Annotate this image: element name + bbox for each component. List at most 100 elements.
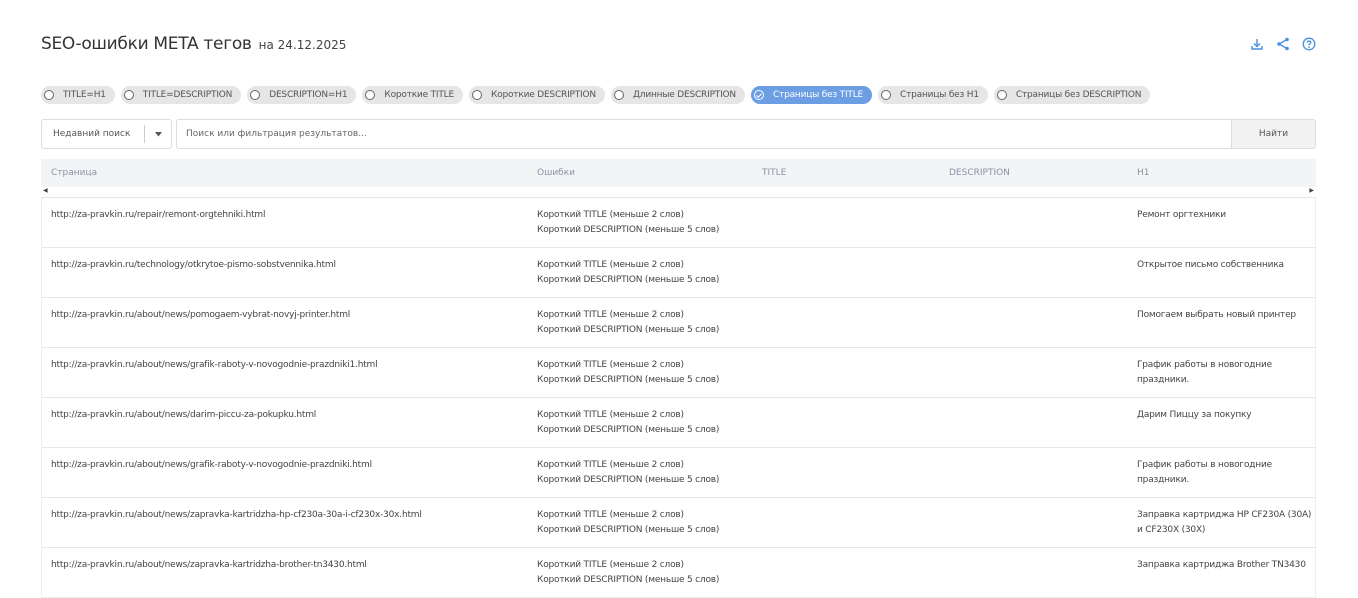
help-icon[interactable] [1302, 37, 1316, 51]
recent-search-dropdown[interactable] [144, 125, 171, 143]
column-header-h1[interactable]: H1 [1137, 168, 1150, 178]
error-item: Короткий DESCRIPTION (меньше 5 слов) [537, 575, 720, 585]
error-item: Короткий TITLE (меньше 2 слов) [537, 260, 684, 270]
errors-cell: Короткий TITLE (меньше 2 слов) Короткий D… [537, 408, 719, 438]
check-icon [753, 90, 764, 100]
radio-icon [365, 90, 376, 100]
error-item: Короткий DESCRIPTION (меньше 5 слов) [537, 425, 720, 435]
filter-chip[interactable]: Страницы без H1 [878, 86, 988, 104]
column-header-description[interactable]: DESCRIPTION [949, 168, 1010, 178]
filter-chip[interactable]: TITLE=DESCRIPTION [120, 86, 242, 104]
column-header-title[interactable]: TITLE [762, 168, 786, 178]
page-url: http://za-pravkin.ru/about/news/grafik-r… [51, 360, 378, 370]
error-item: Короткий DESCRIPTION (меньше 5 слов) [537, 475, 720, 485]
page-url: http://za-pravkin.ru/about/news/grafik-r… [51, 460, 372, 470]
page-url: http://za-pravkin.ru/repair/remont-orgte… [51, 210, 266, 220]
page-header: SEO-ошибки META тегов на 24.12.2025 [41, 34, 346, 54]
radio-icon [123, 90, 134, 100]
filter-chip-label: TITLE=H1 [63, 90, 106, 100]
error-item: Короткий DESCRIPTION (меньше 5 слов) [537, 225, 720, 235]
filter-chip[interactable]: Длинные DESCRIPTION [610, 86, 745, 104]
table-body: http://za-pravkin.ru/repair/remont-orgte… [41, 197, 1316, 598]
table-row[interactable]: http://za-pravkin.ru/about/news/grafik-r… [42, 347, 1315, 397]
find-button[interactable]: Найти [1231, 119, 1316, 149]
filter-chip-label: Длинные DESCRIPTION [632, 90, 736, 100]
h1-cell: Заправка картриджа Brother TN3430 [1137, 560, 1306, 570]
search-bar: Недавний поиск Найти [41, 119, 1316, 149]
column-header-errors[interactable]: Ошибки [537, 168, 575, 178]
radio-icon [881, 90, 892, 100]
table-row[interactable]: http://za-pravkin.ru/about/news/zapravka… [42, 547, 1315, 597]
filter-chip[interactable]: TITLE=H1 [41, 86, 115, 104]
h1-cell: Открытое письмо собственника [1137, 260, 1284, 270]
errors-cell: Короткий TITLE (меньше 2 слов) Короткий D… [537, 558, 719, 588]
error-item: Короткий TITLE (меньше 2 слов) [537, 510, 684, 520]
page-url: http://za-pravkin.ru/about/news/darim-pi… [51, 410, 317, 420]
filter-chip[interactable]: Страницы без DESCRIPTION [993, 86, 1151, 104]
horizontal-scrollbar[interactable]: ◀ ▶ [41, 187, 1316, 197]
h1-cell: Помогаем выбрать новый принтер [1137, 310, 1296, 320]
errors-cell: Короткий TITLE (меньше 2 слов) Короткий D… [537, 458, 719, 488]
filter-chip-label: Страницы без H1 [900, 90, 979, 100]
filter-chips: TITLE=H1 TITLE=DESCRIPTION DESCRIPTION=H1 К… [41, 86, 1151, 104]
scroll-left-icon[interactable]: ◀ [43, 187, 48, 194]
h1-cell: График работы в новогодние праздники. [1137, 460, 1272, 485]
filter-chip-label: TITLE=DESCRIPTION [142, 90, 233, 100]
radio-icon [471, 90, 482, 100]
page-title: SEO-ошибки META тегов [41, 34, 252, 54]
error-item: Короткий TITLE (меньше 2 слов) [537, 460, 684, 470]
recent-search-select[interactable]: Недавний поиск [41, 119, 172, 149]
table-row[interactable]: http://za-pravkin.ru/about/news/darim-pi… [42, 397, 1315, 447]
radio-icon [613, 90, 624, 100]
error-item: Короткий DESCRIPTION (меньше 5 слов) [537, 325, 720, 335]
table-row[interactable]: http://za-pravkin.ru/about/news/grafik-r… [42, 447, 1315, 497]
page-url: http://za-pravkin.ru/technology/otkrytoe… [51, 260, 336, 270]
page-url: http://za-pravkin.ru/about/news/zapravka… [51, 510, 422, 520]
errors-cell: Короткий TITLE (меньше 2 слов) Короткий D… [537, 208, 719, 238]
error-item: Короткий DESCRIPTION (меньше 5 слов) [537, 275, 720, 285]
filter-chip[interactable]: Короткие DESCRIPTION [468, 86, 605, 104]
error-item: Короткий DESCRIPTION (меньше 5 слов) [537, 375, 720, 385]
error-item: Короткий TITLE (меньше 2 слов) [537, 210, 684, 220]
table-row[interactable]: http://za-pravkin.ru/repair/remont-orgte… [42, 198, 1315, 247]
filter-chip[interactable]: Короткие TITLE [362, 86, 463, 104]
radio-icon [996, 90, 1007, 100]
scroll-right-icon[interactable]: ▶ [1309, 187, 1314, 194]
filter-chip-label: Короткие DESCRIPTION [490, 90, 596, 100]
radio-icon [44, 90, 54, 100]
table-row[interactable]: http://za-pravkin.ru/about/news/pomogaem… [42, 297, 1315, 347]
errors-cell: Короткий TITLE (меньше 2 слов) Короткий D… [537, 508, 719, 538]
page-url: http://za-pravkin.ru/about/news/pomogaem… [51, 310, 351, 320]
h1-cell: Дарим Пиццу за покупку [1137, 410, 1252, 420]
results-table: Страница Ошибки TITLE DESCRIPTION H1 ◀ ▶… [41, 159, 1316, 598]
radio-icon [250, 90, 261, 100]
recent-search-label: Недавний поиск [53, 129, 131, 139]
page-url: http://za-pravkin.ru/about/news/zapravka… [51, 560, 367, 570]
error-item: Короткий TITLE (меньше 2 слов) [537, 560, 684, 570]
error-item: Короткий TITLE (меньше 2 слов) [537, 360, 684, 370]
search-input[interactable] [176, 119, 1231, 149]
h1-cell: Заправка картриджа HP CF230A (30A) и CF2… [1137, 510, 1312, 535]
errors-cell: Короткий TITLE (меньше 2 слов) Короткий D… [537, 258, 719, 288]
column-header-page[interactable]: Страница [51, 168, 97, 178]
error-item: Короткий TITLE (меньше 2 слов) [537, 410, 684, 420]
error-item: Короткий TITLE (меньше 2 слов) [537, 310, 684, 320]
filter-chip-label: Страницы без DESCRIPTION [1015, 90, 1142, 100]
errors-cell: Короткий TITLE (меньше 2 слов) Короткий D… [537, 308, 719, 338]
errors-cell: Короткий TITLE (меньше 2 слов) Короткий D… [537, 358, 719, 388]
filter-chip[interactable]: Страницы без TITLE [750, 86, 873, 104]
h1-cell: Ремонт оргтехники [1137, 210, 1226, 220]
filter-chip-label: Короткие TITLE [384, 90, 454, 100]
share-icon[interactable] [1276, 37, 1290, 51]
filter-chip-label: Страницы без TITLE [772, 90, 864, 100]
filter-chip-label: DESCRIPTION=H1 [269, 90, 348, 100]
table-row[interactable]: http://za-pravkin.ru/technology/otkrytoe… [42, 247, 1315, 297]
table-row[interactable]: http://za-pravkin.ru/about/news/zapravka… [42, 497, 1315, 547]
chevron-down-icon [154, 131, 162, 136]
error-item: Короткий DESCRIPTION (меньше 5 слов) [537, 525, 720, 535]
h1-cell: График работы в новогодние праздники. [1137, 360, 1272, 385]
download-icon[interactable] [1250, 37, 1264, 51]
filter-chip[interactable]: DESCRIPTION=H1 [247, 86, 357, 104]
report-date: на 24.12.2025 [258, 38, 347, 52]
table-header: Страница Ошибки TITLE DESCRIPTION H1 [41, 159, 1316, 187]
